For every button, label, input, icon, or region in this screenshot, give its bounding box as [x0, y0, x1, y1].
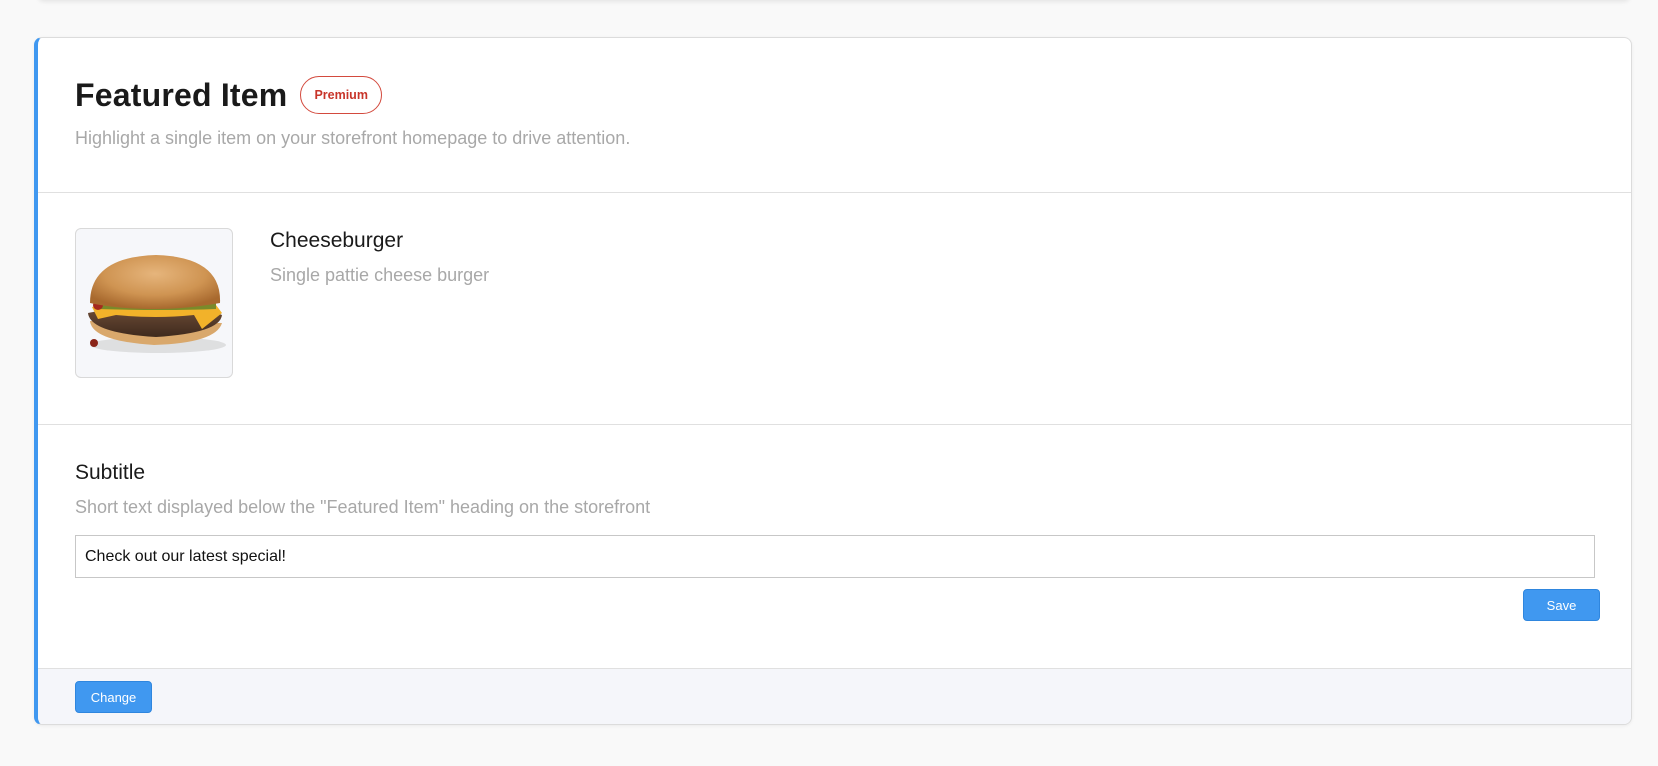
subtitle-input[interactable]: [75, 535, 1595, 578]
title-row: Featured Item Premium: [75, 76, 382, 114]
subtitle-help-text: Short text displayed below the "Featured…: [75, 497, 651, 517]
change-button[interactable]: Change: [75, 681, 152, 713]
featured-item-section: Cheeseburger Single pattie cheese burger: [38, 193, 1631, 425]
subtitle-section: Subtitle Short text displayed below the …: [38, 425, 1631, 669]
featured-item-card: Featured Item Premium Highlight a single…: [34, 37, 1632, 725]
cheeseburger-image: [88, 255, 226, 353]
card-header: Featured Item Premium Highlight a single…: [38, 38, 1631, 193]
premium-badge: Premium: [300, 76, 382, 114]
item-thumbnail: [75, 228, 233, 378]
page-title: Featured Item: [75, 76, 288, 113]
card-footer: Change: [38, 669, 1631, 724]
subtitle-label: Subtitle: [75, 461, 146, 484]
save-button[interactable]: Save: [1523, 589, 1600, 621]
item-description: Single pattie cheese burger: [270, 265, 490, 285]
item-name: Cheeseburger: [270, 229, 404, 252]
header-description: Highlight a single item on your storefro…: [75, 128, 631, 148]
